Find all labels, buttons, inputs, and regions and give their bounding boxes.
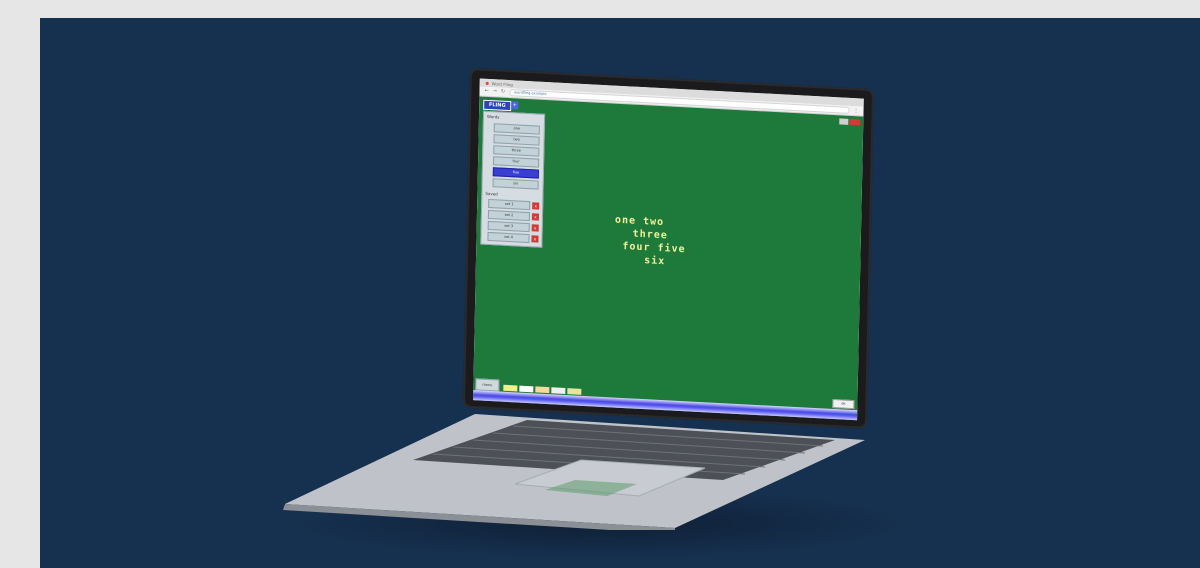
panel-title: Words xyxy=(486,113,500,120)
browser-tab-title[interactable]: Word Fling xyxy=(492,81,513,87)
word-button-two[interactable]: two xyxy=(493,134,540,146)
delete-button[interactable]: x xyxy=(531,213,540,221)
flung-words[interactable]: one two three four five six xyxy=(614,214,735,272)
laptop-screen: Word Fling ← → ↻ wordfling.example ⋮ FLI… xyxy=(473,78,864,421)
delete-button[interactable]: x xyxy=(531,235,539,243)
saved-row: set 1 x xyxy=(488,198,540,211)
word-button-four[interactable]: four xyxy=(492,156,540,168)
presentation-frame: Word Fling ← → ↻ wordfling.example ⋮ FLI… xyxy=(40,18,1200,568)
laptop-lid: Word Fling ← → ↻ wordfling.example ⋮ FLI… xyxy=(462,68,874,429)
word-panel: Words one two three four five six Saved … xyxy=(480,110,546,248)
close-button[interactable] xyxy=(849,118,861,126)
saved-row: set 4 x xyxy=(487,231,539,244)
app-logo: FLING xyxy=(483,99,512,112)
swatch[interactable] xyxy=(503,384,518,392)
window-controls xyxy=(839,118,861,126)
back-arrow-icon[interactable]: ← xyxy=(484,88,488,94)
word-button-five[interactable]: five xyxy=(492,167,539,179)
swatch[interactable] xyxy=(535,386,550,394)
logo-plus-icon[interactable]: + xyxy=(511,101,519,110)
delete-button[interactable]: x xyxy=(531,224,539,232)
word-button-three[interactable]: three xyxy=(493,145,540,157)
delete-button[interactable]: x xyxy=(532,202,540,210)
saved-item-button[interactable]: set 3 xyxy=(487,220,530,233)
saved-row: set 3 x xyxy=(487,220,539,233)
saved-row: set 2 x xyxy=(487,209,540,222)
saved-item-button[interactable]: set 2 xyxy=(487,209,531,222)
status-ok-button[interactable]: ok xyxy=(832,398,855,410)
tab-favicon-icon xyxy=(485,81,489,85)
saved-item-button[interactable]: set 4 xyxy=(487,231,530,244)
minimize-button[interactable] xyxy=(839,118,849,125)
browser-menu-icon[interactable]: ⋮ xyxy=(853,108,858,114)
saved-section-title: Saved xyxy=(485,190,498,197)
forward-arrow-icon[interactable]: → xyxy=(493,88,497,94)
swatch[interactable] xyxy=(567,388,582,395)
word-app-canvas[interactable]: FLING + Words one two three four five si… xyxy=(473,96,864,421)
swatch[interactable] xyxy=(551,387,566,394)
swatch[interactable] xyxy=(519,385,534,393)
reload-icon[interactable]: ↻ xyxy=(501,89,505,95)
word-button-one[interactable]: one xyxy=(493,123,540,135)
saved-item-button[interactable]: set 1 xyxy=(488,198,531,211)
